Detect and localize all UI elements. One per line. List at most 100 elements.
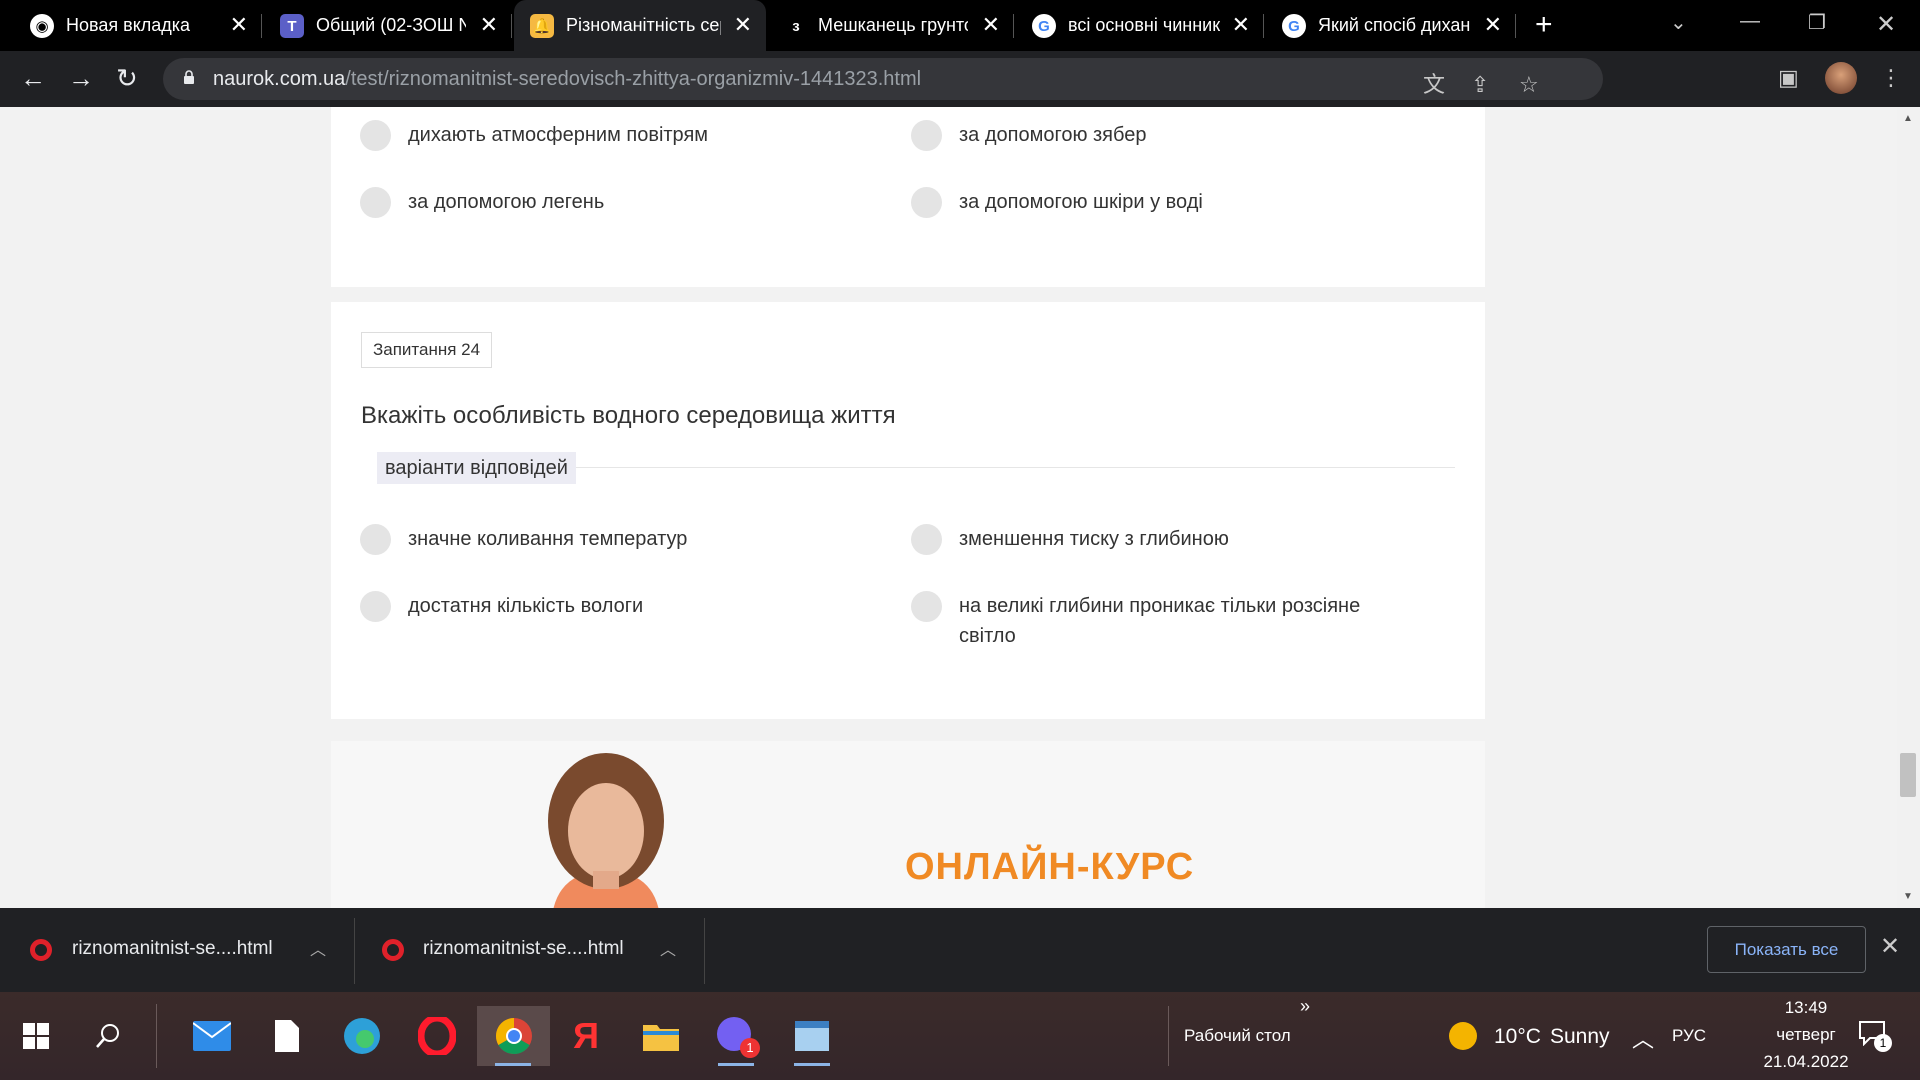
taskbar-app[interactable]: [782, 1006, 842, 1066]
search-button[interactable]: [78, 1006, 138, 1066]
promo-banner[interactable]: ОНЛАЙН-КУРС: [331, 741, 1485, 908]
chevron-up-icon[interactable]: ︿: [1632, 1022, 1654, 1054]
download-item[interactable]: riznomanitnist-se....html ︿: [350, 908, 700, 992]
prev-question-card: дихають атмосферним повітрям за допомого…: [331, 107, 1485, 287]
tab-meshkanets[interactable]: з Мешканець грунто ✕: [768, 0, 1014, 51]
tab-label: Який спосіб дихан: [1318, 15, 1470, 35]
answers-label: варіанти відповідей: [377, 452, 576, 484]
scroll-up-arrow-icon[interactable]: ▲: [1903, 113, 1913, 124]
tab-label: всі основні чинник: [1068, 15, 1220, 35]
radio-button[interactable]: [911, 187, 942, 218]
question-title: Вкажіть особливість водного середовища ж…: [361, 402, 896, 429]
scrollbar-thumb[interactable]: [1900, 753, 1916, 797]
double-chevron-icon[interactable]: »: [1300, 996, 1310, 1017]
share-icon[interactable]: ⇪: [1471, 72, 1489, 98]
weather-temperature[interactable]: 10°C: [1494, 1025, 1541, 1049]
page-scrollbar[interactable]: ▲ ▼: [1897, 107, 1920, 908]
radio-button[interactable]: [911, 591, 942, 622]
minimize-button[interactable]: —: [1740, 10, 1760, 33]
z-icon: з: [792, 17, 800, 35]
question-number-badge: Запитання 24: [361, 332, 493, 368]
chevron-up-icon[interactable]: ︿: [660, 936, 676, 960]
back-button[interactable]: ←: [20, 64, 46, 92]
taskbar-viber[interactable]: 1: [706, 1006, 766, 1066]
close-icon[interactable]: ✕: [982, 13, 1000, 37]
clock-date[interactable]: 21.04.2022: [1736, 1052, 1876, 1072]
download-item[interactable]: riznomanitnist-se....html ︿: [0, 908, 350, 992]
promo-title: ОНЛАЙН-КУРС: [905, 846, 1195, 888]
taskbar-explorer[interactable]: [631, 1006, 691, 1066]
tab-label: Різноманітність сер: [566, 15, 721, 35]
answer-option[interactable]: за допомогою легень: [360, 187, 838, 218]
taskbar-yandex[interactable]: Я: [556, 1006, 616, 1066]
show-all-downloads-button[interactable]: Показать все: [1707, 926, 1866, 973]
folder-icon: [643, 1025, 679, 1051]
radio-button[interactable]: [360, 524, 391, 555]
notifications-button[interactable]: 1: [1858, 1020, 1892, 1052]
language-indicator[interactable]: РУС: [1672, 1026, 1706, 1046]
active-indicator: [495, 1063, 531, 1066]
tab-label: Мешканець грунто: [818, 15, 968, 35]
tab-label: Новая вкладка: [66, 15, 191, 35]
scroll-down-arrow-icon[interactable]: ▼: [1903, 891, 1913, 902]
answer-option[interactable]: значне коливання температур: [360, 524, 838, 555]
radio-button[interactable]: [360, 591, 391, 622]
document-app-icon: [795, 1021, 829, 1051]
side-panel-icon[interactable]: ▣: [1778, 65, 1799, 91]
close-icon[interactable]: ✕: [734, 13, 752, 37]
close-download-bar-icon[interactable]: ✕: [1880, 932, 1900, 961]
notification-badge: 1: [1874, 1034, 1892, 1052]
answer-option[interactable]: дихають атмосферним повітрям: [360, 120, 838, 151]
chevron-up-icon[interactable]: ︿: [310, 936, 326, 960]
new-tab-button[interactable]: +: [1535, 10, 1553, 40]
tab-naurok[interactable]: 🔔 Різноманітність сер ✕: [514, 0, 766, 51]
profile-avatar[interactable]: [1825, 62, 1857, 94]
answer-option[interactable]: на великі глибини проникає тільки розсія…: [911, 591, 1389, 651]
tab-google-2[interactable]: G Який спосіб дихан ✕: [1264, 0, 1516, 51]
running-indicator: [718, 1063, 754, 1066]
answer-text: зменшення тиску з глибиною: [959, 528, 1229, 550]
radio-button[interactable]: [360, 120, 391, 151]
url-text: naurok.com.ua/test/riznomanitnist-seredo…: [213, 68, 921, 91]
tab-new[interactable]: ◉ Новая вкладка ✕: [0, 0, 262, 51]
presenter-photo: [548, 753, 664, 908]
radio-button[interactable]: [911, 524, 942, 555]
chrome-icon: ◉: [30, 14, 54, 38]
tab-separator: [1515, 14, 1516, 38]
bookmark-star-icon[interactable]: ☆: [1519, 72, 1539, 98]
close-icon[interactable]: ✕: [480, 13, 498, 37]
desktop-toolbar-label[interactable]: Рабочий стол: [1184, 1026, 1291, 1046]
radio-button[interactable]: [911, 120, 942, 151]
google-icon: G: [1032, 14, 1056, 38]
translate-icon[interactable]: ⽂: [1423, 72, 1445, 98]
start-button[interactable]: [6, 1006, 66, 1066]
tab-search-chevron-icon[interactable]: ⌄: [1670, 10, 1687, 35]
close-icon[interactable]: ✕: [1484, 13, 1502, 37]
answer-option[interactable]: за допомогою зябер: [911, 120, 1389, 151]
taskbar-mail[interactable]: [182, 1006, 242, 1066]
address-bar[interactable]: naurok.com.ua/test/riznomanitnist-seredo…: [163, 58, 1603, 100]
taskbar-chrome[interactable]: [477, 1006, 550, 1066]
forward-button[interactable]: →: [68, 64, 94, 92]
clock-day[interactable]: четверг: [1756, 1025, 1856, 1045]
taskbar-opera[interactable]: [407, 1006, 467, 1066]
clock-time[interactable]: 13:49: [1756, 998, 1856, 1018]
close-icon[interactable]: ✕: [230, 13, 248, 37]
google-icon: G: [1282, 14, 1306, 38]
restore-button[interactable]: ❐: [1808, 10, 1826, 35]
answer-option[interactable]: зменшення тиску з глибиною: [911, 524, 1389, 555]
answer-option[interactable]: достатня кількість вологи: [360, 591, 838, 622]
weather-condition[interactable]: Sunny: [1550, 1025, 1610, 1049]
url-host: naurok.com.ua: [213, 68, 346, 90]
url-path: /test/riznomanitnist-seredovisch-zhittya…: [345, 68, 922, 90]
menu-kebab-icon[interactable]: ⋮: [1880, 65, 1902, 91]
close-icon[interactable]: ✕: [1232, 13, 1250, 37]
radio-button[interactable]: [360, 187, 391, 218]
reload-button[interactable]: ↻: [116, 64, 138, 92]
tab-teams[interactable]: T Общий (02-ЗОШ N ✕: [262, 0, 512, 51]
taskbar-file[interactable]: [257, 1006, 317, 1066]
tab-google-1[interactable]: G всі основні чинник ✕: [1014, 0, 1264, 51]
answer-option[interactable]: за допомогою шкіри у воді: [911, 187, 1389, 218]
close-window-button[interactable]: ✕: [1876, 10, 1896, 39]
taskbar-edge[interactable]: [332, 1006, 392, 1066]
